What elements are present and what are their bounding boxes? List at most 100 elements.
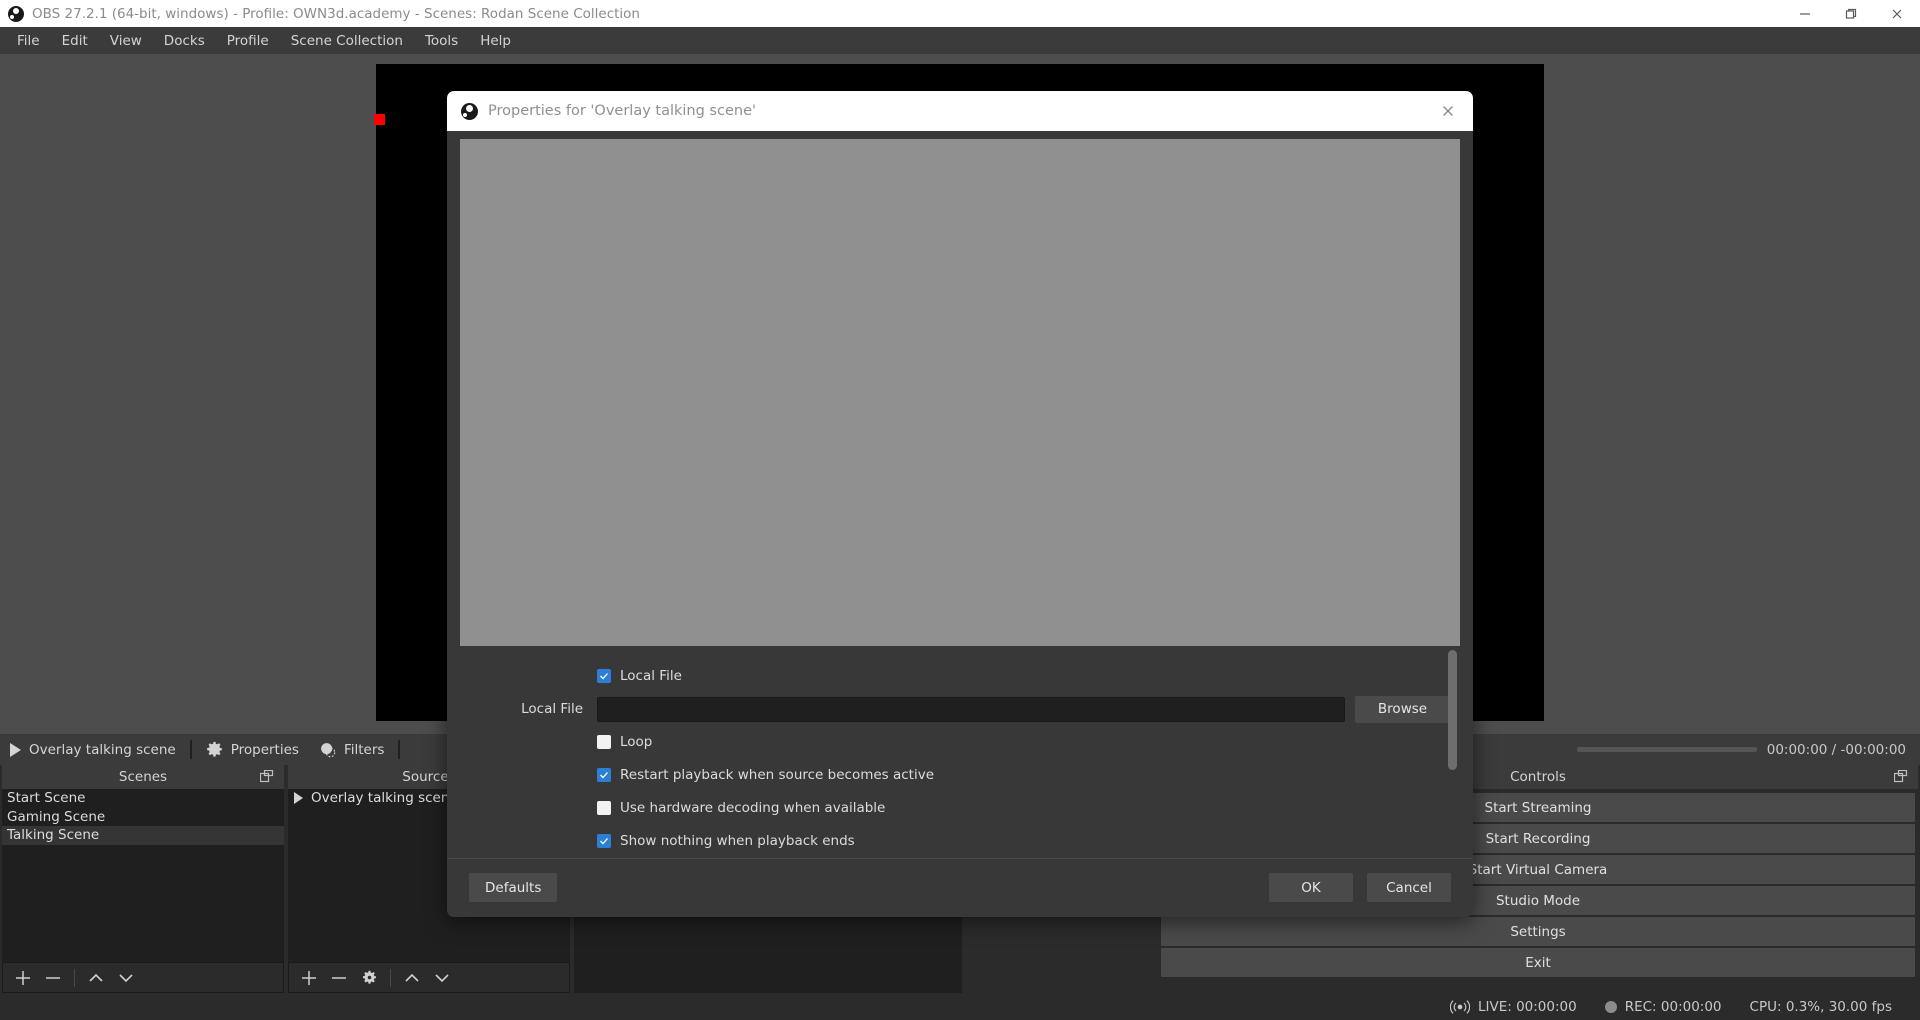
dialog-footer: Defaults OK Cancel <box>447 858 1473 917</box>
play-icon <box>294 792 303 804</box>
close-icon[interactable] <box>1874 0 1920 27</box>
local-file-checkbox-row: Local File <box>447 660 1473 693</box>
loop-row: Loop <box>447 726 1473 759</box>
show-nothing-row: Show nothing when playback ends <box>447 825 1473 858</box>
obs-main-window: OBS 27.2.1 (64-bit, windows) - Profile: … <box>0 0 1920 1020</box>
restart-playback-row: Restart playback when source becomes act… <box>447 759 1473 792</box>
show-nothing-label: Show nothing when playback ends <box>620 833 855 849</box>
remove-icon[interactable] <box>325 965 353 991</box>
active-source-name: Overlay talking scene <box>29 742 176 758</box>
dialog-scrollbar-track[interactable] <box>1456 646 1465 841</box>
exit-button[interactable]: Exit <box>1161 948 1915 977</box>
undock-icon[interactable] <box>260 770 274 783</box>
ok-button[interactable]: OK <box>1269 873 1353 902</box>
dialog-scrollbar-thumb[interactable] <box>1448 650 1457 770</box>
menubar: File Edit View Docks Profile Scene Colle… <box>0 27 1920 54</box>
checkbox-checked-icon[interactable] <box>597 669 611 683</box>
source-preview-group: Overlay talking scene <box>0 734 186 765</box>
properties-label: Properties <box>231 742 299 758</box>
media-seek-slider[interactable] <box>1577 747 1757 752</box>
add-icon[interactable] <box>9 965 37 991</box>
menu-item-help[interactable]: Help <box>469 29 522 53</box>
local-file-input[interactable] <box>597 697 1345 722</box>
scenes-dock: Scenes Start Scene Gaming Scene Talking … <box>2 765 284 993</box>
play-icon[interactable] <box>10 743 21 757</box>
cpu-label: CPU: 0.3%, 30.00 fps <box>1750 999 1892 1015</box>
broadcast-icon <box>1450 999 1470 1015</box>
checkbox-checked-icon[interactable] <box>597 768 611 782</box>
undock-icon[interactable] <box>1894 770 1908 783</box>
move-up-icon[interactable] <box>82 965 110 991</box>
local-file-input-row: Local File Browse <box>447 693 1473 726</box>
filters-icon <box>319 741 336 758</box>
loop-label: Loop <box>620 734 652 750</box>
cancel-button[interactable]: Cancel <box>1367 873 1451 902</box>
list-item[interactable]: Start Scene <box>2 789 284 808</box>
live-label: LIVE: 00:00:00 <box>1478 999 1577 1015</box>
minimize-icon[interactable] <box>1782 0 1828 27</box>
gear-icon <box>206 741 223 758</box>
scenes-dock-title: Scenes <box>2 765 284 789</box>
toolbar-divider-2 <box>398 740 400 759</box>
settings-button[interactable]: Settings <box>1161 917 1915 946</box>
move-down-icon[interactable] <box>428 965 456 991</box>
local-file-checkbox-label: Local File <box>620 668 682 684</box>
scenes-dock-title-label: Scenes <box>119 769 167 785</box>
scenes-dock-toolbar <box>2 962 284 993</box>
add-icon[interactable] <box>295 965 323 991</box>
dialog-form: Local File Local File Browse Loop <box>447 646 1473 858</box>
menu-item-file[interactable]: File <box>6 29 51 53</box>
close-icon[interactable] <box>1423 91 1473 131</box>
sources-dock-toolbar <box>288 962 570 993</box>
rec-status: REC: 00:00:00 <box>1605 999 1722 1015</box>
rec-label: REC: 00:00:00 <box>1625 999 1722 1015</box>
local-file-field-label: Local File <box>447 701 597 717</box>
toolbar-divider <box>190 740 192 759</box>
hardware-decoding-row: Use hardware decoding when available <box>447 792 1473 825</box>
local-file-checkbox[interactable]: Local File <box>597 668 682 684</box>
live-status: LIVE: 00:00:00 <box>1450 999 1577 1015</box>
hardware-decoding-checkbox[interactable]: Use hardware decoding when available <box>597 800 885 816</box>
filters-label: Filters <box>344 742 384 758</box>
toolbar-divider <box>390 969 391 987</box>
restart-playback-checkbox[interactable]: Restart playback when source becomes act… <box>597 767 934 783</box>
dialog-footer-actions: OK Cancel <box>1269 873 1451 902</box>
properties-button[interactable]: Properties <box>196 734 309 765</box>
controls-dock-title-label: Controls <box>1510 769 1566 785</box>
obs-logo-icon <box>8 6 24 22</box>
scenes-list[interactable]: Start Scene Gaming Scene Talking Scene <box>2 789 284 962</box>
move-up-icon[interactable] <box>398 965 426 991</box>
gear-icon[interactable] <box>355 965 383 991</box>
source-handle-icon[interactable] <box>374 114 385 125</box>
list-item[interactable]: Talking Scene <box>2 826 284 845</box>
menu-item-docks[interactable]: Docks <box>153 29 216 53</box>
dialog-media-preview <box>460 139 1460 646</box>
menu-item-edit[interactable]: Edit <box>51 29 99 53</box>
properties-dialog: Properties for 'Overlay talking scene' L… <box>447 91 1473 917</box>
show-nothing-checkbox[interactable]: Show nothing when playback ends <box>597 833 855 849</box>
checkbox-unchecked-icon[interactable] <box>597 801 611 815</box>
remove-icon[interactable] <box>39 965 67 991</box>
maximize-icon[interactable] <box>1828 0 1874 27</box>
move-down-icon[interactable] <box>112 965 140 991</box>
toolbar-divider <box>74 969 75 987</box>
restart-playback-label: Restart playback when source becomes act… <box>620 767 934 783</box>
menu-item-tools[interactable]: Tools <box>414 29 469 53</box>
list-item[interactable]: Gaming Scene <box>2 808 284 827</box>
checkbox-checked-icon[interactable] <box>597 834 611 848</box>
loop-checkbox[interactable]: Loop <box>597 734 652 750</box>
browse-button[interactable]: Browse <box>1355 696 1450 723</box>
filters-button[interactable]: Filters <box>309 734 394 765</box>
media-seek-group: 00:00:00 / -00:00:00 <box>1577 742 1920 758</box>
cpu-status: CPU: 0.3%, 30.00 fps <box>1750 999 1892 1015</box>
statusbar: LIVE: 00:00:00 REC: 00:00:00 CPU: 0.3%, … <box>0 993 1920 1020</box>
checkbox-unchecked-icon[interactable] <box>597 735 611 749</box>
obs-logo-icon <box>461 103 478 120</box>
window-title: OBS 27.2.1 (64-bit, windows) - Profile: … <box>32 6 640 22</box>
menu-item-view[interactable]: View <box>99 29 153 53</box>
menu-item-profile[interactable]: Profile <box>216 29 280 53</box>
defaults-button[interactable]: Defaults <box>469 873 557 902</box>
record-dot-icon <box>1605 1001 1617 1013</box>
dialog-title: Properties for 'Overlay talking scene' <box>488 103 756 119</box>
menu-item-scene-collection[interactable]: Scene Collection <box>280 29 414 53</box>
